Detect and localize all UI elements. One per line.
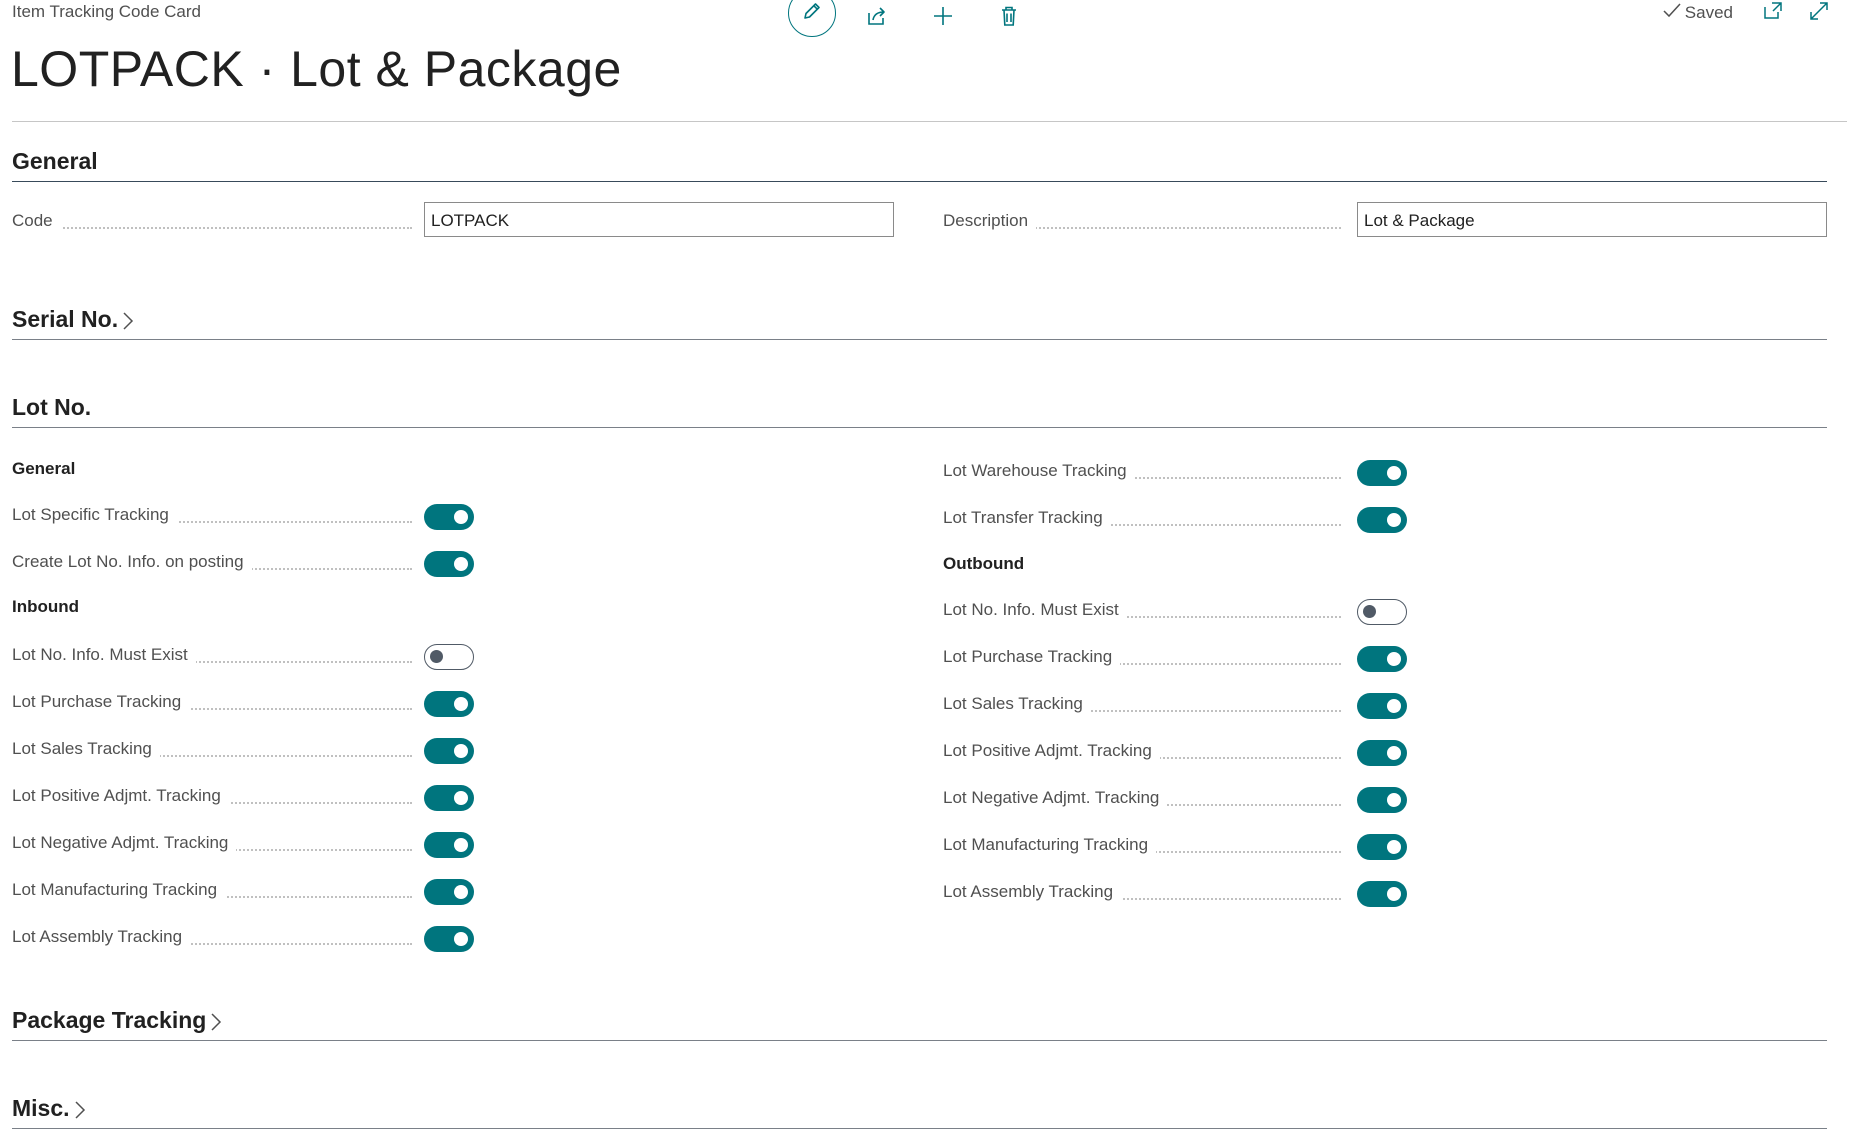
lot-outbound-group-heading: Outbound <box>943 554 1025 573</box>
lot-inbound-lot-negative-adjmt-tracking-toggle[interactable] <box>424 832 474 858</box>
lot-outbound-lot-assembly-tracking-toggle[interactable] <box>1357 881 1407 907</box>
edit-icon <box>801 0 823 27</box>
lot-inbound-lot-manufacturing-tracking-toggle[interactable] <box>424 879 474 905</box>
lot-outbound-lot-manufacturing-tracking-row: Lot Manufacturing Tracking <box>943 834 1407 861</box>
chevron-right-icon <box>123 312 134 330</box>
trash-icon <box>998 5 1020 32</box>
code-field-row: Code LOTPACK <box>12 202 894 237</box>
section-serial-no[interactable]: Serial No. <box>12 299 1827 340</box>
expand-icon[interactable] <box>1809 1 1829 26</box>
saved-indicator: Saved <box>1663 2 1733 24</box>
section-serial-no-title: Serial No. <box>12 306 119 332</box>
lot-outbound-lot-manufacturing-tracking-label: Lot Manufacturing Tracking <box>943 835 1157 855</box>
lot-outbound-lot-no-info-must-exist-toggle[interactable] <box>1357 599 1407 625</box>
lot-inbound-lot-purchase-tracking-label: Lot Purchase Tracking <box>12 692 190 712</box>
action-bar <box>788 0 1020 37</box>
code-label: Code <box>12 211 61 231</box>
lot-inbound-lot-assembly-tracking-toggle[interactable] <box>424 926 474 952</box>
lot-outbound-lot-sales-tracking-row: Lot Sales Tracking <box>943 693 1407 720</box>
section-misc-title: Misc. <box>12 1095 70 1121</box>
description-input[interactable]: Lot & Package <box>1357 202 1827 237</box>
lot-general-lot-specific-tracking-label: Lot Specific Tracking <box>12 505 177 525</box>
status-bar: Saved <box>1663 0 1829 26</box>
lot-general-lot-specific-tracking-toggle[interactable] <box>424 504 474 530</box>
lot-inbound-lot-no-info-must-exist-toggle[interactable] <box>424 644 474 670</box>
lot-inbound-lot-negative-adjmt-tracking-label: Lot Negative Adjmt. Tracking <box>12 833 237 853</box>
code-input[interactable]: LOTPACK <box>424 202 894 237</box>
lot-outbound-lot-no-info-must-exist-row: Lot No. Info. Must Exist <box>943 599 1407 626</box>
new-button[interactable] <box>932 5 954 32</box>
delete-button[interactable] <box>998 5 1020 32</box>
open-new-window-icon[interactable] <box>1763 1 1783 25</box>
edit-button[interactable] <box>788 0 836 37</box>
lot-general-create-lot-no-info-on-posting-label: Create Lot No. Info. on posting <box>12 552 252 572</box>
description-label: Description <box>943 211 1037 231</box>
lot-general-create-lot-no-info-on-posting-row: Create Lot No. Info. on posting <box>12 551 474 578</box>
lot-lot-transfer-tracking-label: Lot Transfer Tracking <box>943 508 1111 528</box>
chevron-right-icon <box>75 1101 85 1119</box>
section-package-tracking[interactable]: Package Tracking <box>12 1000 1827 1041</box>
plus-icon <box>932 5 954 32</box>
lot-outbound-lot-negative-adjmt-tracking-label: Lot Negative Adjmt. Tracking <box>943 788 1168 808</box>
share-icon <box>866 5 888 32</box>
lot-inbound-lot-assembly-tracking-row: Lot Assembly Tracking <box>12 926 474 953</box>
lot-lot-warehouse-tracking-row: Lot Warehouse Tracking <box>943 460 1407 487</box>
section-misc[interactable]: Misc. <box>12 1088 1827 1129</box>
lot-outbound-lot-purchase-tracking-toggle[interactable] <box>1357 646 1407 672</box>
lot-outbound-lot-no-info-must-exist-label: Lot No. Info. Must Exist <box>943 600 1127 620</box>
title-divider <box>12 121 1847 122</box>
description-field-row: Description Lot & Package <box>943 202 1827 237</box>
lot-outbound-lot-positive-adjmt-tracking-toggle[interactable] <box>1357 740 1407 766</box>
lot-inbound-lot-purchase-tracking-row: Lot Purchase Tracking <box>12 691 474 718</box>
lot-inbound-lot-sales-tracking-label: Lot Sales Tracking <box>12 739 160 759</box>
lot-inbound-lot-sales-tracking-toggle[interactable] <box>424 738 474 764</box>
lot-inbound-lot-no-info-must-exist-row: Lot No. Info. Must Exist <box>12 644 474 671</box>
lot-outbound-lot-purchase-tracking-row: Lot Purchase Tracking <box>943 646 1407 673</box>
lot-inbound-lot-no-info-must-exist-label: Lot No. Info. Must Exist <box>12 645 196 665</box>
page-title: LOTPACK · Lot & Package <box>11 41 622 97</box>
lot-inbound-lot-sales-tracking-row: Lot Sales Tracking <box>12 738 474 765</box>
share-button[interactable] <box>866 5 888 32</box>
lot-outbound-lot-manufacturing-tracking-toggle[interactable] <box>1357 834 1407 860</box>
lot-inbound-lot-positive-adjmt-tracking-label: Lot Positive Adjmt. Tracking <box>12 786 229 806</box>
page-caption: Item Tracking Code Card <box>12 2 201 21</box>
lot-lot-warehouse-tracking-toggle[interactable] <box>1357 460 1407 486</box>
lot-outbound-lot-negative-adjmt-tracking-toggle[interactable] <box>1357 787 1407 813</box>
lot-lot-transfer-tracking-row: Lot Transfer Tracking <box>943 507 1407 534</box>
lot-outbound-lot-sales-tracking-toggle[interactable] <box>1357 693 1407 719</box>
section-general-title: General <box>12 148 98 174</box>
lot-inbound-group-heading: Inbound <box>12 597 80 616</box>
lot-outbound-lot-sales-tracking-label: Lot Sales Tracking <box>943 694 1091 714</box>
lot-inbound-lot-manufacturing-tracking-label: Lot Manufacturing Tracking <box>12 880 226 900</box>
lot-inbound-lot-purchase-tracking-toggle[interactable] <box>424 691 474 717</box>
section-general[interactable]: General <box>12 141 1827 182</box>
lot-inbound-lot-positive-adjmt-tracking-toggle[interactable] <box>424 785 474 811</box>
lot-outbound-lot-positive-adjmt-tracking-label: Lot Positive Adjmt. Tracking <box>943 741 1160 761</box>
chevron-right-icon <box>211 1013 222 1031</box>
lot-general-create-lot-no-info-on-posting-toggle[interactable] <box>424 551 474 577</box>
saved-label: Saved <box>1684 3 1733 22</box>
lot-outbound-lot-purchase-tracking-label: Lot Purchase Tracking <box>943 647 1121 667</box>
lot-inbound-lot-assembly-tracking-label: Lot Assembly Tracking <box>12 927 191 947</box>
lot-inbound-lot-negative-adjmt-tracking-row: Lot Negative Adjmt. Tracking <box>12 832 474 859</box>
lot-inbound-lot-positive-adjmt-tracking-row: Lot Positive Adjmt. Tracking <box>12 785 474 812</box>
section-lot-no-title: Lot No. <box>12 394 92 420</box>
lot-lot-transfer-tracking-toggle[interactable] <box>1357 507 1407 533</box>
lot-outbound-lot-positive-adjmt-tracking-row: Lot Positive Adjmt. Tracking <box>943 740 1407 767</box>
lot-outbound-lot-negative-adjmt-tracking-row: Lot Negative Adjmt. Tracking <box>943 787 1407 814</box>
check-icon <box>1663 2 1681 24</box>
lot-lot-warehouse-tracking-label: Lot Warehouse Tracking <box>943 461 1135 481</box>
lot-outbound-lot-assembly-tracking-row: Lot Assembly Tracking <box>943 881 1407 908</box>
lot-outbound-lot-assembly-tracking-label: Lot Assembly Tracking <box>943 882 1122 902</box>
section-lot-no[interactable]: Lot No. <box>12 387 1827 428</box>
lot-inbound-lot-manufacturing-tracking-row: Lot Manufacturing Tracking <box>12 879 474 906</box>
section-package-tracking-title: Package Tracking <box>12 1007 207 1033</box>
lot-general-lot-specific-tracking-row: Lot Specific Tracking <box>12 504 474 531</box>
lot-general-group-heading: General <box>12 459 76 478</box>
